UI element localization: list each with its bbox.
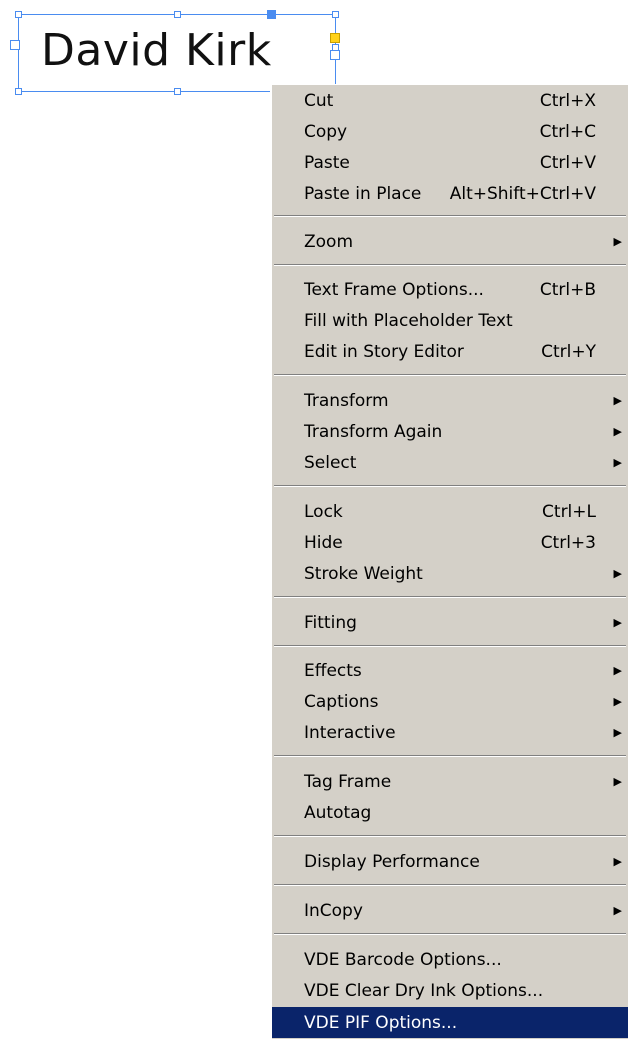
menu-separator xyxy=(274,835,626,837)
menu-item-vde-pif[interactable]: VDE PIF Options... xyxy=(272,1007,628,1038)
triangle-right-icon: ▶ xyxy=(613,775,622,788)
handle-top-left[interactable] xyxy=(15,11,22,18)
menu-item-label: Fitting xyxy=(304,612,357,633)
menu-item-lock[interactable]: Lock Ctrl+L xyxy=(272,496,628,527)
menu-item-copy[interactable]: Copy Ctrl+C xyxy=(272,116,628,147)
menu-item-tag-frame[interactable]: Tag Frame ▶ xyxy=(272,766,628,797)
menu-item-shortcut: Ctrl+3 xyxy=(540,532,596,553)
menu-item-label: Stroke Weight xyxy=(304,563,423,584)
text-frame[interactable]: David Kirk xyxy=(18,14,336,92)
triangle-right-icon: ▶ xyxy=(613,394,622,407)
triangle-right-icon: ▶ xyxy=(613,726,622,739)
menu-separator xyxy=(274,374,626,376)
menu-item-zoom[interactable]: Zoom ▶ xyxy=(272,226,628,257)
menu-item-shortcut: Ctrl+Y xyxy=(541,341,596,362)
handle-bottom-mid[interactable] xyxy=(174,88,181,95)
triangle-right-icon: ▶ xyxy=(613,695,622,708)
menu-item-shortcut: Ctrl+V xyxy=(539,152,596,173)
handle-bottom-left[interactable] xyxy=(15,88,22,95)
menu-item-transform[interactable]: Transform ▶ xyxy=(272,385,628,416)
menu-item-label: VDE PIF Options... xyxy=(304,1012,458,1033)
menu-item-shortcut: Ctrl+L xyxy=(542,501,596,522)
menu-item-captions[interactable]: Captions ▶ xyxy=(272,686,628,717)
menu-item-fitting[interactable]: Fitting ▶ xyxy=(272,607,628,638)
menu-item-vde-barcode[interactable]: VDE Barcode Options... xyxy=(272,944,628,975)
handle-mid-right[interactable] xyxy=(332,44,339,51)
menu-item-label: VDE Barcode Options... xyxy=(304,949,502,970)
menu-item-stroke-weight[interactable]: Stroke Weight ▶ xyxy=(272,558,628,589)
menu-item-label: Zoom xyxy=(304,231,354,252)
menu-item-shortcut: Ctrl+B xyxy=(539,279,596,300)
menu-item-label: Interactive xyxy=(304,722,396,743)
menu-item-paste-in-place[interactable]: Paste in Place Alt+Shift+Ctrl+V xyxy=(272,178,628,209)
corner-options-handle[interactable] xyxy=(330,33,340,43)
menu-separator xyxy=(274,596,626,598)
menu-separator xyxy=(274,933,626,935)
menu-item-vde-clear-dry-ink[interactable]: VDE Clear Dry Ink Options... xyxy=(272,975,628,1006)
menu-item-fill-placeholder[interactable]: Fill with Placeholder Text xyxy=(272,305,628,336)
triangle-right-icon: ▶ xyxy=(613,616,622,629)
triangle-right-icon: ▶ xyxy=(613,425,622,438)
menu-item-label: Select xyxy=(304,452,357,473)
handle-top-right[interactable] xyxy=(332,11,339,18)
menu-separator xyxy=(274,215,626,217)
menu-item-label: InCopy xyxy=(304,900,363,921)
menu-item-label: Captions xyxy=(304,691,379,712)
out-port[interactable] xyxy=(330,50,340,60)
menu-item-hide[interactable]: Hide Ctrl+3 xyxy=(272,527,628,558)
triangle-right-icon: ▶ xyxy=(613,456,622,469)
handle-top-mid[interactable] xyxy=(174,11,181,18)
menu-separator xyxy=(274,755,626,757)
menu-item-label: Tag Frame xyxy=(304,771,392,792)
menu-item-transform-again[interactable]: Transform Again ▶ xyxy=(272,416,628,447)
menu-item-text-frame-options[interactable]: Text Frame Options... Ctrl+B xyxy=(272,274,628,305)
in-port[interactable] xyxy=(10,40,20,50)
menu-item-paste[interactable]: Paste Ctrl+V xyxy=(272,147,628,178)
menu-item-label: Transform Again xyxy=(304,421,443,442)
menu-item-effects[interactable]: Effects ▶ xyxy=(272,655,628,686)
anchor-handle[interactable] xyxy=(267,10,276,19)
menu-item-label: Display Performance xyxy=(304,851,480,872)
menu-item-shortcut: Ctrl+X xyxy=(539,90,596,111)
menu-item-shortcut: Ctrl+C xyxy=(539,121,596,142)
triangle-right-icon: ▶ xyxy=(613,235,622,248)
context-menu: Cut Ctrl+X Copy Ctrl+C Paste Ctrl+V Past… xyxy=(270,84,628,1039)
menu-item-display-performance[interactable]: Display Performance ▶ xyxy=(272,846,628,877)
menu-item-shortcut: Alt+Shift+Ctrl+V xyxy=(449,183,596,204)
menu-item-label: VDE Clear Dry Ink Options... xyxy=(304,980,544,1001)
menu-separator xyxy=(274,264,626,266)
triangle-right-icon: ▶ xyxy=(613,855,622,868)
menu-separator xyxy=(274,485,626,487)
menu-item-label: Autotag xyxy=(304,802,372,823)
menu-separator xyxy=(274,884,626,886)
triangle-right-icon: ▶ xyxy=(613,904,622,917)
menu-item-cut[interactable]: Cut Ctrl+X xyxy=(272,85,628,116)
menu-item-incopy[interactable]: InCopy ▶ xyxy=(272,895,628,926)
menu-item-interactive[interactable]: Interactive ▶ xyxy=(272,717,628,748)
menu-item-autotag[interactable]: Autotag xyxy=(272,797,628,828)
menu-item-label: Transform xyxy=(304,390,389,411)
menu-item-edit-story-editor[interactable]: Edit in Story Editor Ctrl+Y xyxy=(272,336,628,367)
menu-item-label: Effects xyxy=(304,660,362,681)
triangle-right-icon: ▶ xyxy=(613,664,622,677)
menu-item-label: Fill with Placeholder Text xyxy=(304,310,513,331)
menu-separator xyxy=(274,645,626,647)
triangle-right-icon: ▶ xyxy=(613,567,622,580)
frame-text[interactable]: David Kirk xyxy=(41,25,272,76)
menu-item-select[interactable]: Select ▶ xyxy=(272,447,628,478)
